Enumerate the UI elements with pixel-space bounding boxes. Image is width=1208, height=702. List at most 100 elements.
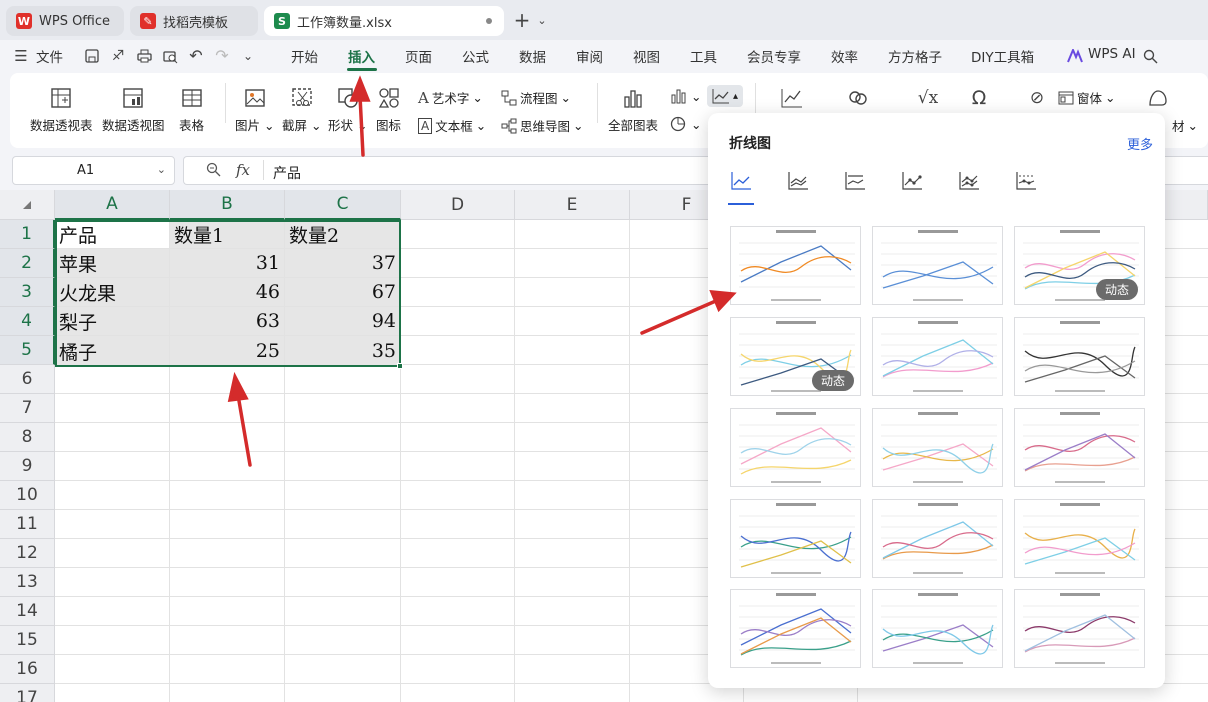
subtype-line-icon[interactable] [728, 171, 754, 205]
row-header[interactable]: 2 [0, 249, 55, 278]
row-header[interactable]: 8 [0, 423, 55, 452]
more-charts-link[interactable]: 更多 [1127, 134, 1153, 153]
subtype-marker-line-icon[interactable] [899, 171, 925, 205]
column-header[interactable]: C [285, 190, 401, 220]
row-header[interactable]: 14 [0, 597, 55, 626]
window-form-button[interactable]: 窗体 ⌄ [1058, 88, 1116, 107]
menu-efficiency[interactable]: 效率 [831, 46, 858, 66]
row-header[interactable]: 3 [0, 278, 55, 307]
picture-button[interactable]: 图片 ⌄ [235, 87, 274, 134]
subtype-percent-marker-line-icon[interactable] [1013, 171, 1039, 205]
cell-a2[interactable]: 苹果 [55, 249, 170, 278]
new-tab-plus-icon[interactable]: + [512, 8, 532, 32]
chart-template-thumbnail[interactable]: 动态 [730, 317, 861, 396]
format-painter-icon[interactable]: ♐ [110, 48, 126, 64]
cell-b2[interactable]: 31 [170, 249, 285, 278]
chart-template-thumbnail[interactable] [1014, 317, 1145, 396]
tab-wps-office[interactable]: W WPS Office [6, 6, 124, 36]
pivot-chart-button[interactable]: 数据透视图 [102, 87, 165, 134]
tab-template[interactable]: ✎ 找稻壳模板 [130, 6, 258, 36]
row-header[interactable]: 11 [0, 510, 55, 539]
textbox-button[interactable]: A 文本框 ⌄ [418, 116, 486, 135]
row-header[interactable]: 12 [0, 539, 55, 568]
row-header[interactable]: 13 [0, 568, 55, 597]
row-header[interactable]: 6 [0, 365, 55, 394]
menu-member[interactable]: 会员专享 [747, 46, 801, 66]
row-header[interactable]: 16 [0, 655, 55, 684]
row-header[interactable]: 10 [0, 481, 55, 510]
menu-wps-ai[interactable]: WPS AI [1088, 46, 1136, 62]
table-button[interactable]: 表格 [179, 87, 204, 134]
omega-symbol-icon[interactable]: Ω [967, 87, 991, 109]
cell-a1[interactable]: 产品 [55, 220, 170, 249]
search-icon[interactable] [1142, 48, 1158, 64]
material-icon[interactable] [1146, 87, 1170, 109]
chart-template-thumbnail[interactable] [730, 408, 861, 487]
chart-template-thumbnail[interactable] [872, 589, 1003, 668]
cell-a4[interactable]: 梨子 [55, 307, 170, 336]
formula-symbol-icon[interactable]: √x [915, 87, 941, 109]
cell-a3[interactable]: 火龙果 [55, 278, 170, 307]
column-header[interactable]: D [401, 190, 515, 220]
column-header[interactable]: A [55, 190, 170, 220]
sparkline-icon[interactable] [780, 87, 804, 109]
fx-icon[interactable]: fx [236, 161, 250, 179]
chart-template-thumbnail[interactable] [730, 589, 861, 668]
zoom-formula-icon[interactable] [206, 162, 222, 178]
menu-file[interactable]: 文件 [36, 46, 63, 66]
chart-template-thumbnail[interactable] [872, 317, 1003, 396]
menu-data[interactable]: 数据 [519, 46, 546, 66]
select-all-corner[interactable] [0, 190, 55, 220]
menu-review[interactable]: 审阅 [576, 46, 603, 66]
pie-chart-button[interactable]: ⌄ [670, 116, 701, 132]
chart-template-thumbnail[interactable] [1014, 589, 1145, 668]
hamburger-icon[interactable]: ☰ [14, 47, 28, 65]
subtype-stacked-marker-line-icon[interactable] [956, 171, 982, 205]
row-header[interactable]: 1 [0, 220, 55, 249]
menu-start[interactable]: 开始 [291, 46, 318, 66]
name-box[interactable]: A1 ⌄ [12, 156, 175, 185]
menu-page[interactable]: 页面 [405, 46, 432, 66]
chart-template-thumbnail[interactable]: 动态 [1014, 226, 1145, 305]
attachment-icon[interactable]: ⊘ [1025, 87, 1049, 109]
cell-c3[interactable]: 67 [285, 278, 401, 307]
all-charts-button[interactable]: 全部图表 [608, 87, 658, 134]
menu-diy-toolbox[interactable]: DIY工具箱 [971, 46, 1034, 66]
row-header[interactable]: 4 [0, 307, 55, 336]
cell-b5[interactable]: 25 [170, 336, 285, 367]
chart-template-thumbnail[interactable] [872, 499, 1003, 578]
row-header[interactable]: 5 [0, 336, 55, 365]
flowchart-button[interactable]: 流程图 ⌄ [501, 88, 571, 107]
tab-list-chevron-icon[interactable]: ⌄ [535, 12, 549, 28]
menu-formula[interactable]: 公式 [462, 46, 489, 66]
chart-template-thumbnail[interactable] [730, 226, 861, 305]
menu-insert[interactable]: 插入 [348, 46, 375, 66]
cell-a5[interactable]: 橘子 [55, 336, 170, 367]
cell-c4[interactable]: 94 [285, 307, 401, 336]
row-header[interactable]: 17 [0, 684, 55, 702]
subtype-percent-line-icon[interactable] [842, 171, 868, 205]
chart-template-thumbnail[interactable] [872, 226, 1003, 305]
undo-icon[interactable]: ↶ [188, 46, 204, 65]
chart-template-thumbnail[interactable] [1014, 499, 1145, 578]
row-header[interactable]: 7 [0, 394, 55, 423]
icon-library-button[interactable]: 图标 [376, 87, 401, 134]
pivot-table-button[interactable]: 数据透视表 [30, 87, 93, 134]
unsaved-dot-icon[interactable] [486, 18, 492, 24]
chart-template-thumbnail[interactable] [1014, 408, 1145, 487]
cell-b3[interactable]: 46 [170, 278, 285, 307]
save-icon[interactable] [84, 48, 100, 64]
chart-template-thumbnail[interactable] [730, 499, 861, 578]
link-icon[interactable] [846, 87, 870, 109]
line-chart-button[interactable]: ▴ [707, 85, 744, 107]
redo-icon[interactable]: ↷ [214, 46, 230, 65]
row-header[interactable]: 15 [0, 626, 55, 655]
menu-fangfang[interactable]: 方方格子 [888, 46, 942, 66]
subtype-stacked-line-icon[interactable] [785, 171, 811, 205]
column-header[interactable]: E [515, 190, 630, 220]
bar-chart-button[interactable]: ⌄ [670, 88, 701, 104]
menu-view[interactable]: 视图 [633, 46, 660, 66]
cell-c2[interactable]: 37 [285, 249, 401, 278]
row-header[interactable]: 9 [0, 452, 55, 481]
column-header[interactable]: B [170, 190, 285, 220]
